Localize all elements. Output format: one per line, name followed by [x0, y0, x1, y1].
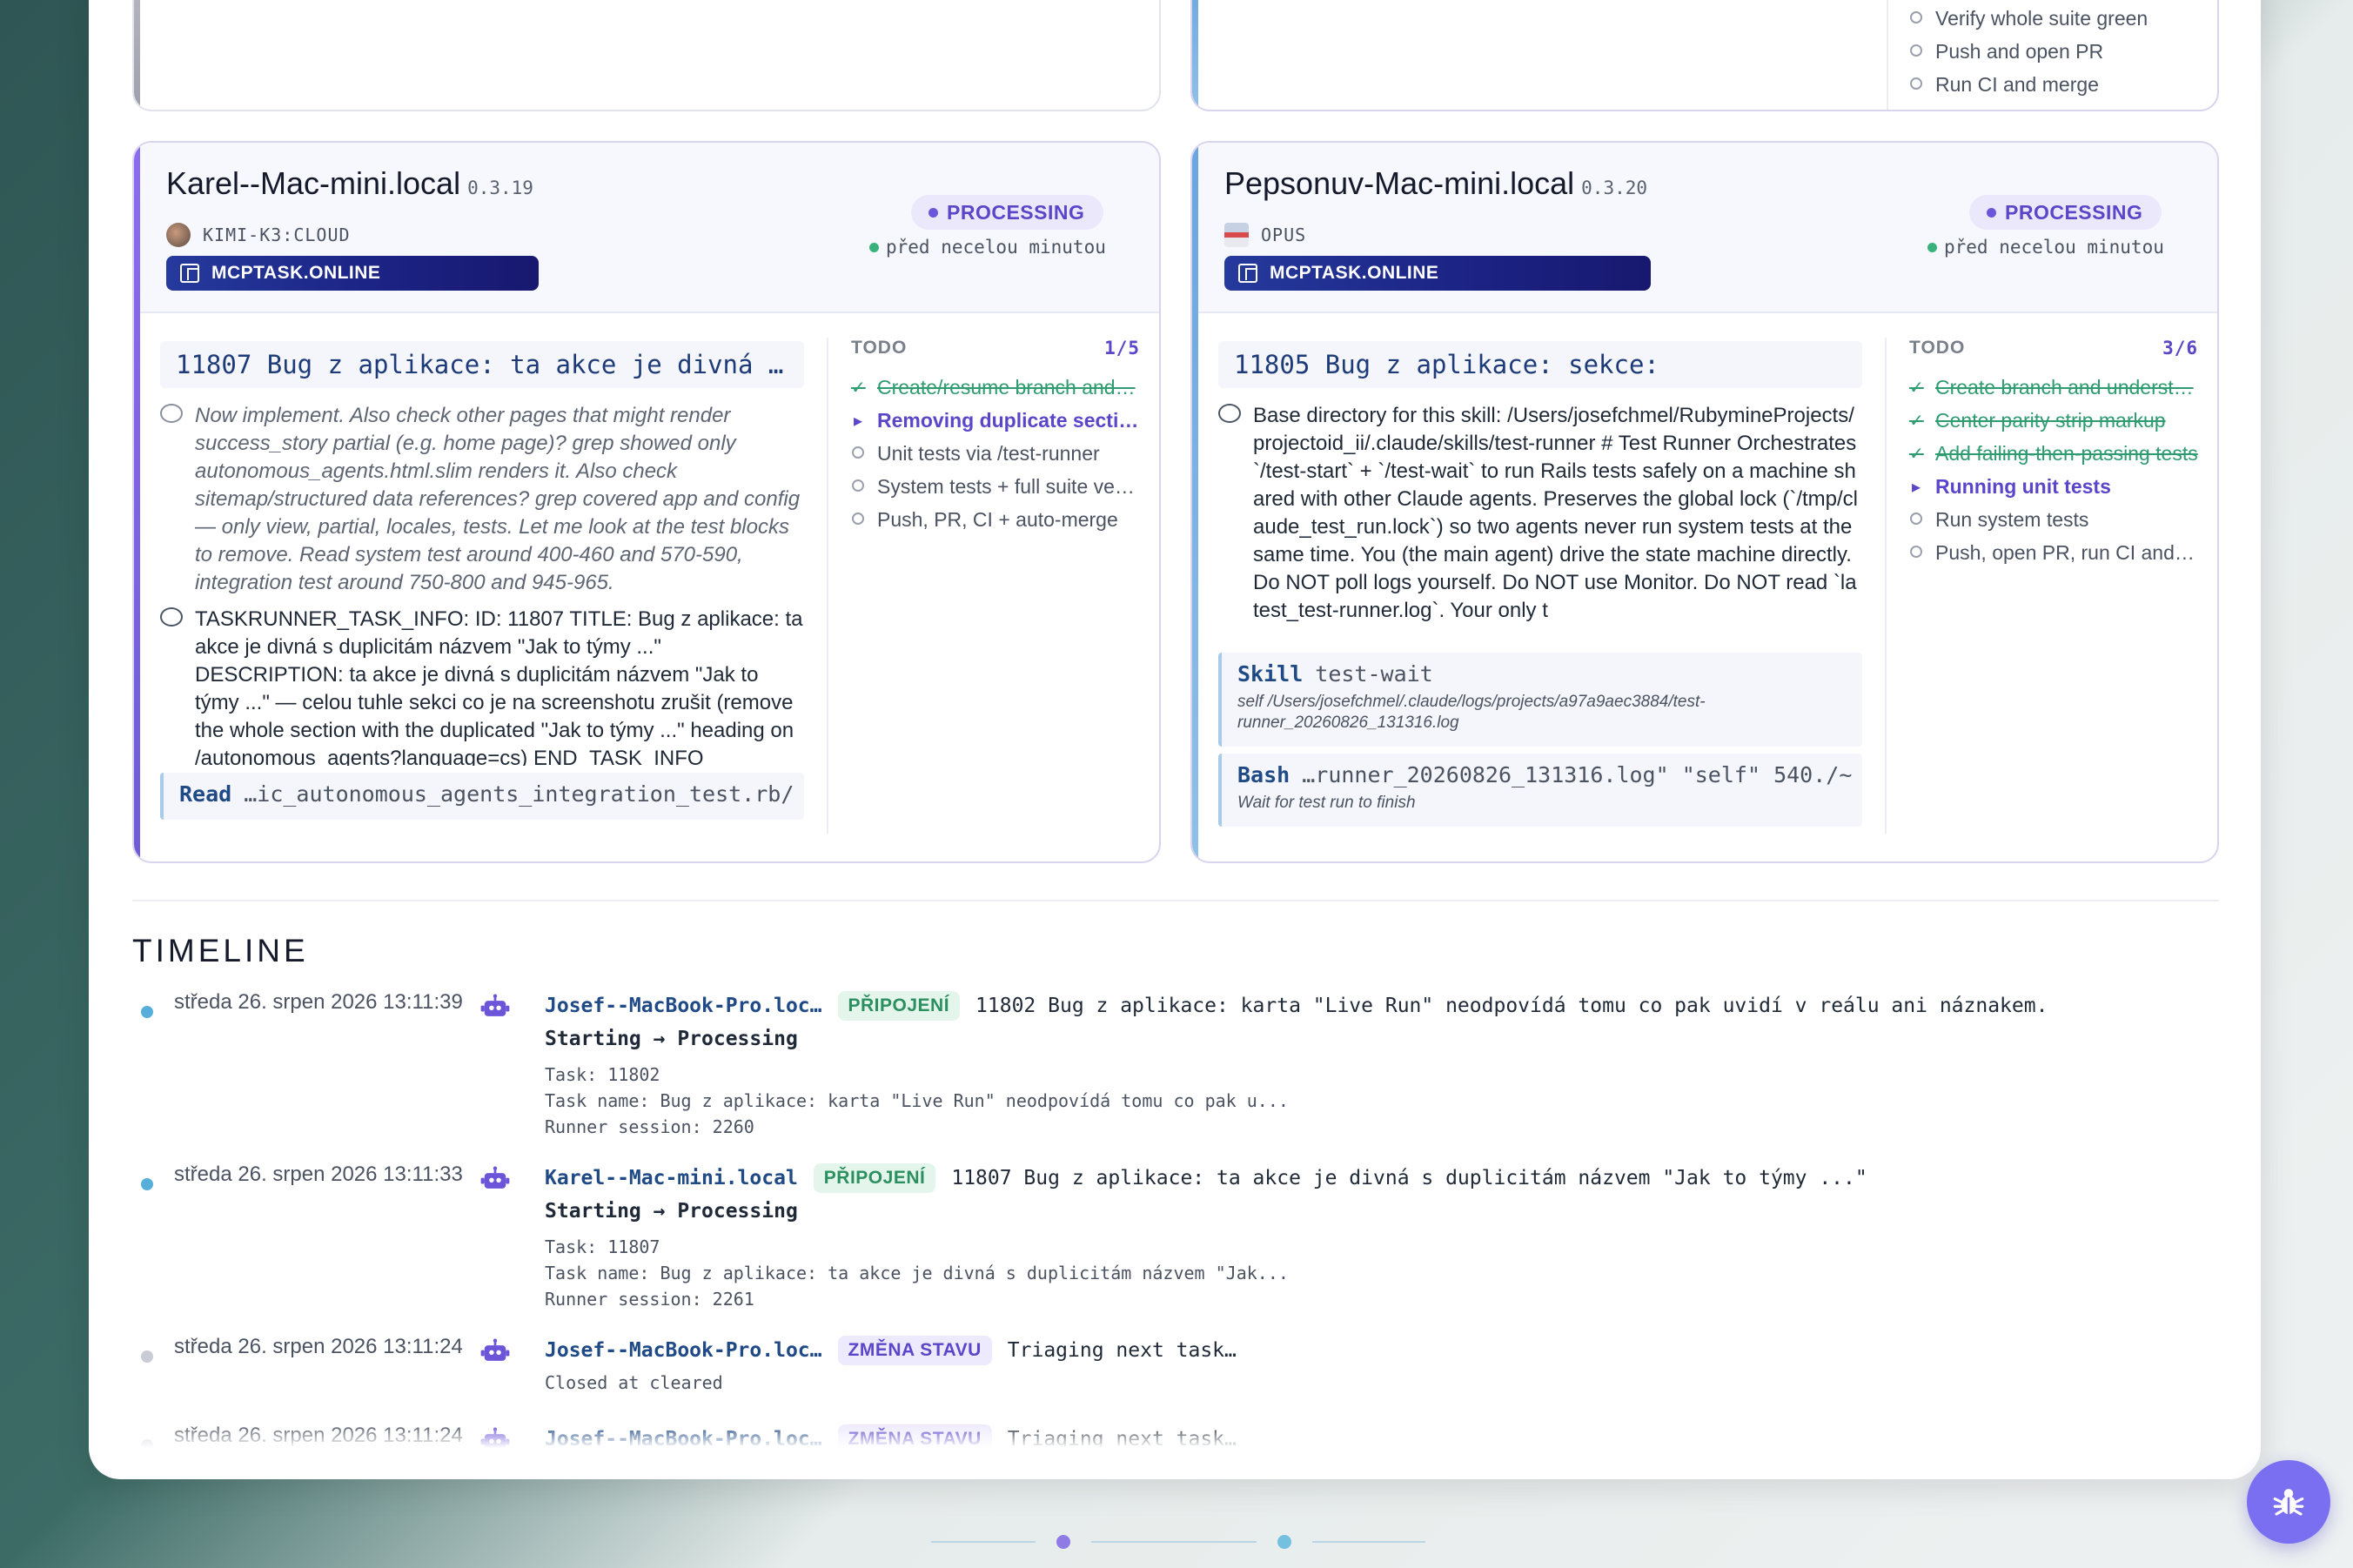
agent-host: Pepsonuv-Mac-mini.local 0.3.20 [1224, 165, 1648, 201]
event-host-link[interactable]: Josef--MacBook-Pro.loc… [545, 995, 822, 1017]
event-timestamp: středa 26. srpen 2026 13:11:39 [174, 990, 463, 1014]
todo-item: Unit tests via /test-runner [851, 437, 1140, 470]
circle-icon [1909, 75, 1923, 95]
speech-bubble-icon [160, 607, 183, 627]
last-seen: před necelou minutou [1927, 237, 2164, 258]
page-dot[interactable] [1277, 1535, 1291, 1549]
tool-call-read[interactable]: Read …ic_autonomous_agents_integration_te… [160, 773, 804, 820]
status-badge: PROCESSING [911, 195, 1104, 230]
avatar [166, 223, 191, 247]
event-message: 11802 Bug z aplikace: karta "Live Run" n… [975, 995, 2048, 1017]
robot-icon [480, 994, 510, 1016]
log-entry-thinking: Now implement. Also check other pages th… [160, 402, 804, 597]
circle-icon [1909, 9, 1923, 29]
timeline-fade [132, 1424, 2221, 1458]
page-dot[interactable] [1056, 1535, 1070, 1549]
bug-report-button[interactable] [2247, 1460, 2330, 1544]
todo-item: Push and open PR [1909, 35, 2196, 68]
todo-item: Run CI and merge [1909, 68, 2196, 101]
event-details: Task: 11807 Task name: Bug z aplikace: ta… [545, 1236, 1289, 1310]
event-tag: PŘIPOJENÍ [837, 991, 961, 1021]
event-message: 11807 Bug z aplikace: ta akce je divná s… [951, 1167, 1867, 1189]
agent-card-top-left [132, 0, 1161, 111]
event-message: Triaging next task… [1007, 1339, 1237, 1362]
check-icon: ✓ [1909, 378, 1924, 398]
agent-model: OPUS [1224, 223, 1306, 247]
todo-item: Push, PR, CI + auto-merge [851, 503, 1140, 536]
robot-icon [480, 1166, 510, 1189]
todo-item: System tests + full suite ve… [851, 470, 1140, 503]
todo-item: Push, open PR, run CI and… [1909, 536, 2198, 569]
online-dot-icon [869, 242, 879, 252]
status-dot-icon [1987, 207, 1996, 218]
event-timestamp: středa 26. srpen 2026 13:11:33 [174, 1163, 463, 1186]
event-timestamp: středa 26. srpen 2026 13:11:24 [174, 1335, 463, 1358]
circle-icon [851, 444, 865, 464]
agent-card-header: Karel--Mac-mini.local 0.3.19 KIMI-K3:CLOU… [140, 143, 1159, 313]
tool-call-skill[interactable]: Skill test-wait self /Users/josefchmel/.c… [1218, 653, 1862, 747]
divider [132, 900, 2219, 901]
avatar [1224, 223, 1249, 247]
online-dot-icon [1927, 242, 1937, 252]
log-entry-message: TASKRUNNER_TASK_INFO: ID: 11807 TITLE: B… [160, 606, 804, 766]
agent-card-header: Pepsonuv-Mac-mini.local 0.3.20 OPUS MCPTA… [1198, 143, 2217, 313]
event-dot-icon [141, 1006, 153, 1018]
task-title[interactable]: 11807 Bug z aplikace: ta akce je divná … [160, 341, 804, 388]
todo-list: Verify whole suite green Push and open PR… [1909, 2, 2196, 101]
circle-icon [1909, 510, 1923, 530]
event-host-link[interactable]: Karel--Mac-mini.local [545, 1167, 798, 1189]
app-window-icon [1238, 264, 1257, 283]
todo-item: Verify whole suite green [1909, 2, 2196, 35]
tool-call-bash[interactable]: Bash …runner_20260826_131316.log" "self" … [1218, 754, 1862, 827]
check-icon: ✓ [851, 378, 866, 398]
todo-item: ✓ Add failing-then-passing tests [1909, 441, 2198, 465]
todo-panel: TODO 1/5 ✓ Create/resume branch and… ▸ Remov… [827, 338, 1140, 834]
event-tag: ZMĚNA STAVU [837, 1336, 992, 1365]
todo-item: ✓ Center parity strip markup [1909, 408, 2166, 432]
event-tag: PŘIPOJENÍ [813, 1163, 936, 1193]
task-title[interactable]: 11805 Bug z aplikace: sekce: [1218, 341, 1862, 388]
page-indicator [931, 1535, 1427, 1549]
check-icon: ✓ [1909, 411, 1924, 431]
app-window-icon [180, 264, 199, 283]
status-badge: PROCESSING [1969, 195, 2162, 230]
event-details: Task: 11802 Task name: Bug z aplikace: ka… [545, 1064, 1289, 1137]
speech-bubble-icon [160, 404, 183, 423]
speech-bubble-icon [1218, 404, 1241, 423]
event-dot-icon [141, 1178, 153, 1190]
event-details: Closed at cleared [545, 1372, 723, 1393]
agent-card-karel[interactable]: Karel--Mac-mini.local 0.3.19 KIMI-K3:CLOU… [132, 141, 1161, 863]
caret-right-icon: ▸ [1911, 477, 1921, 497]
agent-model: KIMI-K3:CLOUD [166, 223, 351, 247]
todo-panel: TODO 3/6 ✓ Create branch and underst… ✓ Cent… [1885, 338, 2198, 834]
status-dot-icon [928, 207, 938, 218]
todo-item: Run system tests [1909, 503, 2198, 536]
todo-item: ✓ Create/resume branch and… [851, 375, 1136, 399]
circle-icon [1909, 543, 1923, 563]
bug-icon [2273, 1489, 2304, 1516]
event-dot-icon [141, 1350, 153, 1363]
event-transition: Starting → Processing [545, 1200, 798, 1223]
event-host-link[interactable]: Josef--MacBook-Pro.loc… [545, 1339, 822, 1362]
timeline-title: TIMELINE [132, 933, 309, 968]
last-seen: před necelou minutou [869, 237, 1106, 258]
todo-item: ✓ Create branch and underst… [1909, 375, 2194, 399]
circle-icon [851, 477, 865, 497]
agent-host: Karel--Mac-mini.local 0.3.19 [166, 165, 533, 201]
check-icon: ✓ [1909, 444, 1924, 464]
robot-icon [480, 1338, 510, 1361]
domain-badge[interactable]: MCPTASK.ONLINE [1224, 256, 1651, 291]
circle-icon [1909, 42, 1923, 62]
agent-card-top-right: Verify whole suite green Push and open PR… [1190, 0, 2219, 111]
caret-right-icon: ▸ [853, 411, 863, 431]
agent-card-pepsonuv[interactable]: Pepsonuv-Mac-mini.local 0.3.20 OPUS MCPTA… [1190, 141, 2219, 863]
domain-badge[interactable]: MCPTASK.ONLINE [166, 256, 539, 291]
event-transition: Starting → Processing [545, 1028, 798, 1050]
todo-item: ▸ Removing duplicate secti… [851, 404, 1140, 437]
circle-icon [851, 510, 865, 530]
todo-item: ▸ Running unit tests [1909, 470, 2198, 503]
